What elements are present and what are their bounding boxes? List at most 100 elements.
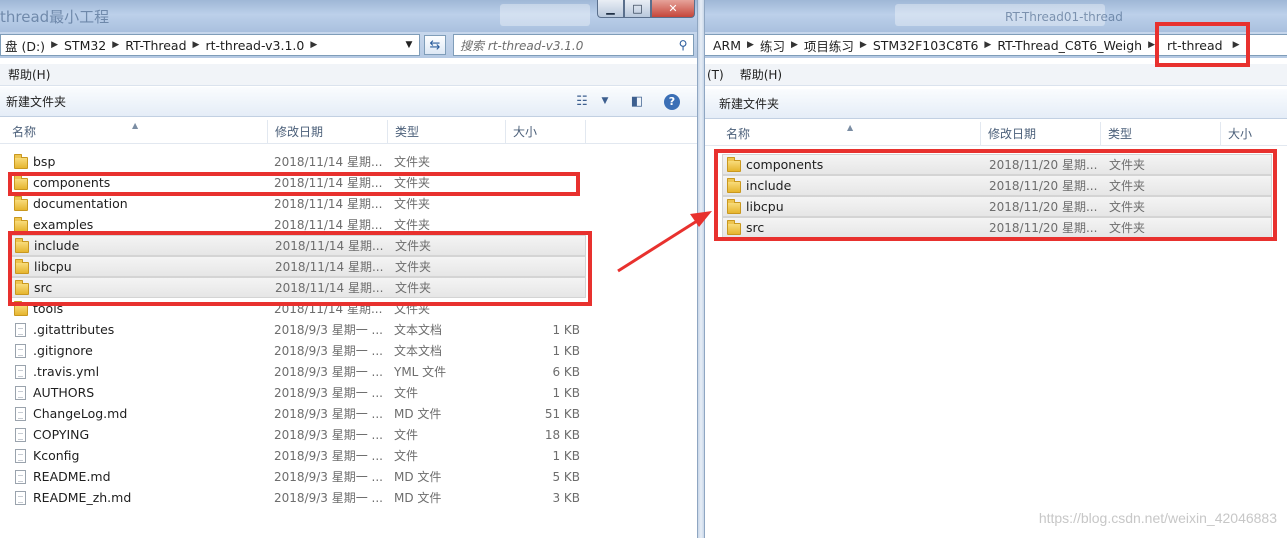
explorer-window-right: RT-Thread01-thread ARM ▶ 练习 ▶ 项目练习 ▶ STM32F… <box>704 0 1287 538</box>
file-row[interactable]: tools 2018/11/14 星期... 文件夹 <box>10 298 586 319</box>
new-folder-button[interactable]: 新建文件夹 <box>0 93 72 110</box>
folder-icon <box>15 258 29 274</box>
file-type: 文件夹 <box>1109 221 1146 235</box>
folder-icon <box>14 153 28 169</box>
file-row[interactable]: README.md 2018/9/3 星期一 ... MD 文件 5 KB <box>10 466 586 487</box>
column-name-label: 名称 <box>726 127 751 141</box>
file-date: 2018/11/20 星期... <box>989 179 1098 193</box>
file-type: 文件 <box>394 386 419 400</box>
file-name: libcpu <box>34 259 72 274</box>
chevron-down-icon[interactable]: ▼ <box>401 35 417 55</box>
file-row[interactable]: .gitignore 2018/9/3 星期一 ... 文本文档 1 KB <box>10 340 586 361</box>
breadcrumb-stm32[interactable]: STM32 <box>60 38 110 53</box>
file-row[interactable]: Kconfig 2018/9/3 星期一 ... 文件 1 KB <box>10 445 586 466</box>
breadcrumb-current[interactable]: rt-thread-v3.1.0 <box>201 38 308 53</box>
breadcrumb-current[interactable]: rt-thread <box>1157 38 1227 53</box>
file-row[interactable]: components 2018/11/14 星期... 文件夹 <box>10 172 586 193</box>
file-date: 2018/9/3 星期一 ... <box>274 386 383 400</box>
file-size: 18 KB <box>544 427 580 442</box>
folder-icon <box>727 177 741 193</box>
refresh-button[interactable]: ⇆ <box>424 35 446 55</box>
file-icon <box>15 343 26 358</box>
chevron-right-icon[interactable]: ▶ <box>110 40 121 50</box>
view-options-icon[interactable]: ☷ <box>573 94 591 110</box>
file-icon <box>15 469 26 484</box>
column-size[interactable]: 大小 <box>1221 122 1287 146</box>
file-name: include <box>34 238 80 253</box>
title-bar[interactable]: RT-Thread01-thread <box>705 0 1287 32</box>
breadcrumb-arm[interactable]: ARM <box>705 38 745 53</box>
chevron-right-icon[interactable]: ▶ <box>308 40 319 50</box>
address-bar[interactable]: 盘 (D:) ▶ STM32 ▶ RT-Thread ▶ rt-thread-v3.1… <box>0 34 420 56</box>
minimize-button[interactable]: ▁ <box>597 0 624 18</box>
file-date: 2018/11/14 星期... <box>275 281 384 295</box>
breadcrumb-drive[interactable]: 盘 (D:) <box>1 36 49 55</box>
chevron-right-icon[interactable]: ▶ <box>1146 40 1157 50</box>
chevron-down-icon[interactable]: ▼ <box>596 96 614 112</box>
column-type[interactable]: 类型 <box>388 120 506 144</box>
maximize-button[interactable]: □ <box>624 0 651 18</box>
column-name[interactable]: 名称 ▲ <box>705 122 981 146</box>
help-icon[interactable]: ? <box>664 94 680 110</box>
file-row[interactable]: bsp 2018/11/14 星期... 文件夹 <box>10 151 586 172</box>
chevron-right-icon[interactable]: ▶ <box>789 40 800 50</box>
breadcrumb-project[interactable]: RT-Thread_C8T6_Weigh <box>993 38 1146 53</box>
file-type: 文本文档 <box>394 344 443 358</box>
file-row[interactable]: include 2018/11/20 星期... 文件夹 <box>722 175 1272 196</box>
title-bar[interactable]: thread最小工程 ▁ □ ✕ <box>0 0 697 32</box>
close-button[interactable]: ✕ <box>651 0 695 18</box>
file-type: 文件夹 <box>395 260 432 274</box>
chevron-right-icon[interactable]: ▶ <box>982 40 993 50</box>
file-row[interactable]: .travis.yml 2018/9/3 星期一 ... YML 文件 6 KB <box>10 361 586 382</box>
toolbar: 新建文件夹 ☷ ▼ ◧ ? <box>0 87 697 117</box>
menu-help[interactable]: 帮助(H) <box>732 66 790 83</box>
chevron-right-icon[interactable]: ▶ <box>858 40 869 50</box>
file-type: MD 文件 <box>394 491 442 505</box>
column-date[interactable]: 修改日期 <box>981 122 1101 146</box>
menu-help[interactable]: 帮助(H) <box>0 66 58 83</box>
file-row[interactable]: .gitattributes 2018/9/3 星期一 ... 文本文档 1 KB <box>10 319 586 340</box>
column-name-label: 名称 <box>12 125 37 139</box>
column-name[interactable]: 名称 ▲ <box>0 120 268 144</box>
file-type: MD 文件 <box>394 470 442 484</box>
file-date: 2018/11/14 星期... <box>274 218 383 232</box>
file-row[interactable]: ChangeLog.md 2018/9/3 星期一 ... MD 文件 51 KB <box>10 403 586 424</box>
address-bar[interactable]: ARM ▶ 练习 ▶ 项目练习 ▶ STM32F103C8T6 ▶ RT-Thread_… <box>705 34 1287 56</box>
column-type-label: 类型 <box>395 125 420 139</box>
file-row[interactable]: AUTHORS 2018/9/3 星期一 ... 文件 1 KB <box>10 382 586 403</box>
file-row[interactable]: COPYING 2018/9/3 星期一 ... 文件 18 KB <box>10 424 586 445</box>
file-type: YML 文件 <box>394 365 447 379</box>
search-icon[interactable]: ⚲ <box>673 38 693 52</box>
file-row[interactable]: README_zh.md 2018/9/3 星期一 ... MD 文件 3 KB <box>10 487 586 508</box>
file-row[interactable]: libcpu 2018/11/20 星期... 文件夹 <box>722 196 1272 217</box>
menu-tools[interactable]: (T) <box>705 68 732 82</box>
address-row: ARM ▶ 练习 ▶ 项目练习 ▶ STM32F103C8T6 ▶ RT-Thread_… <box>705 32 1287 58</box>
file-row[interactable]: libcpu 2018/11/14 星期... 文件夹 <box>10 256 586 277</box>
breadcrumb-rt-thread[interactable]: RT-Thread <box>121 38 190 53</box>
sort-up-icon: ▲ <box>132 121 139 130</box>
file-row[interactable]: documentation 2018/11/14 星期... 文件夹 <box>10 193 586 214</box>
folder-icon <box>727 198 741 214</box>
file-row[interactable]: include 2018/11/14 星期... 文件夹 <box>10 235 586 256</box>
file-row[interactable]: src 2018/11/14 星期... 文件夹 <box>10 277 586 298</box>
file-name: components <box>746 157 824 172</box>
breadcrumb-practice[interactable]: 练习 <box>756 36 789 55</box>
breadcrumb-stm32f103[interactable]: STM32F103C8T6 <box>869 38 983 53</box>
column-date[interactable]: 修改日期 <box>268 120 388 144</box>
column-type[interactable]: 类型 <box>1101 122 1221 146</box>
chevron-right-icon[interactable]: ▶ <box>1227 40 1242 50</box>
folder-icon <box>14 195 28 211</box>
file-row[interactable]: src 2018/11/20 星期... 文件夹 <box>722 217 1272 238</box>
preview-pane-icon[interactable]: ◧ <box>628 94 646 110</box>
new-folder-button[interactable]: 新建文件夹 <box>705 95 785 112</box>
column-size[interactable]: 大小 <box>506 120 586 144</box>
file-row[interactable]: examples 2018/11/14 星期... 文件夹 <box>10 214 586 235</box>
file-row[interactable]: components 2018/11/20 星期... 文件夹 <box>722 154 1272 175</box>
search-input[interactable]: 搜索 rt-thread-v3.1.0 ⚲ <box>453 34 694 56</box>
column-date-label: 修改日期 <box>988 127 1037 141</box>
breadcrumb-project-practice[interactable]: 项目练习 <box>800 36 858 55</box>
file-date: 2018/11/14 星期... <box>274 197 383 211</box>
chevron-right-icon[interactable]: ▶ <box>191 40 202 50</box>
chevron-right-icon[interactable]: ▶ <box>745 40 756 50</box>
chevron-right-icon[interactable]: ▶ <box>49 40 60 50</box>
